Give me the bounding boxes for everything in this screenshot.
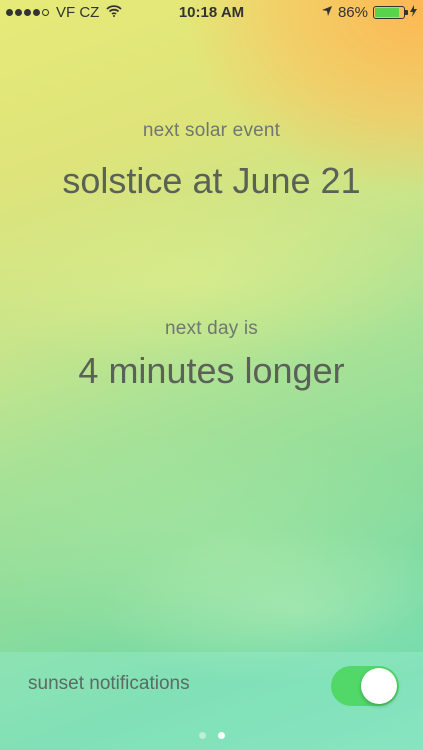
status-bar: VF CZ 10:18 AM 86% bbox=[0, 0, 423, 28]
page-dot-2[interactable] bbox=[217, 732, 225, 739]
bolt-icon bbox=[410, 5, 417, 20]
next-solar-event-label: next solar event bbox=[142, 120, 281, 141]
sunset-notifications-label: sunset notifications bbox=[28, 673, 190, 694]
next-day-label: next day is bbox=[164, 318, 259, 339]
next-day-value: 4 minutes longer bbox=[78, 350, 345, 391]
battery-level-fill bbox=[375, 8, 400, 17]
status-bar-right: 86% bbox=[321, 4, 417, 21]
background-cloud bbox=[0, 400, 423, 660]
page-dot-1[interactable] bbox=[198, 732, 206, 739]
battery-percent: 86% bbox=[337, 4, 368, 21]
toggle-knob[interactable] bbox=[361, 668, 397, 704]
page-indicator bbox=[0, 732, 423, 739]
next-solar-event-value: solstice at June 21 bbox=[62, 160, 361, 201]
location-arrow-icon bbox=[321, 4, 333, 21]
sunset-notifications-toggle[interactable] bbox=[331, 666, 399, 706]
battery-icon bbox=[373, 6, 408, 19]
